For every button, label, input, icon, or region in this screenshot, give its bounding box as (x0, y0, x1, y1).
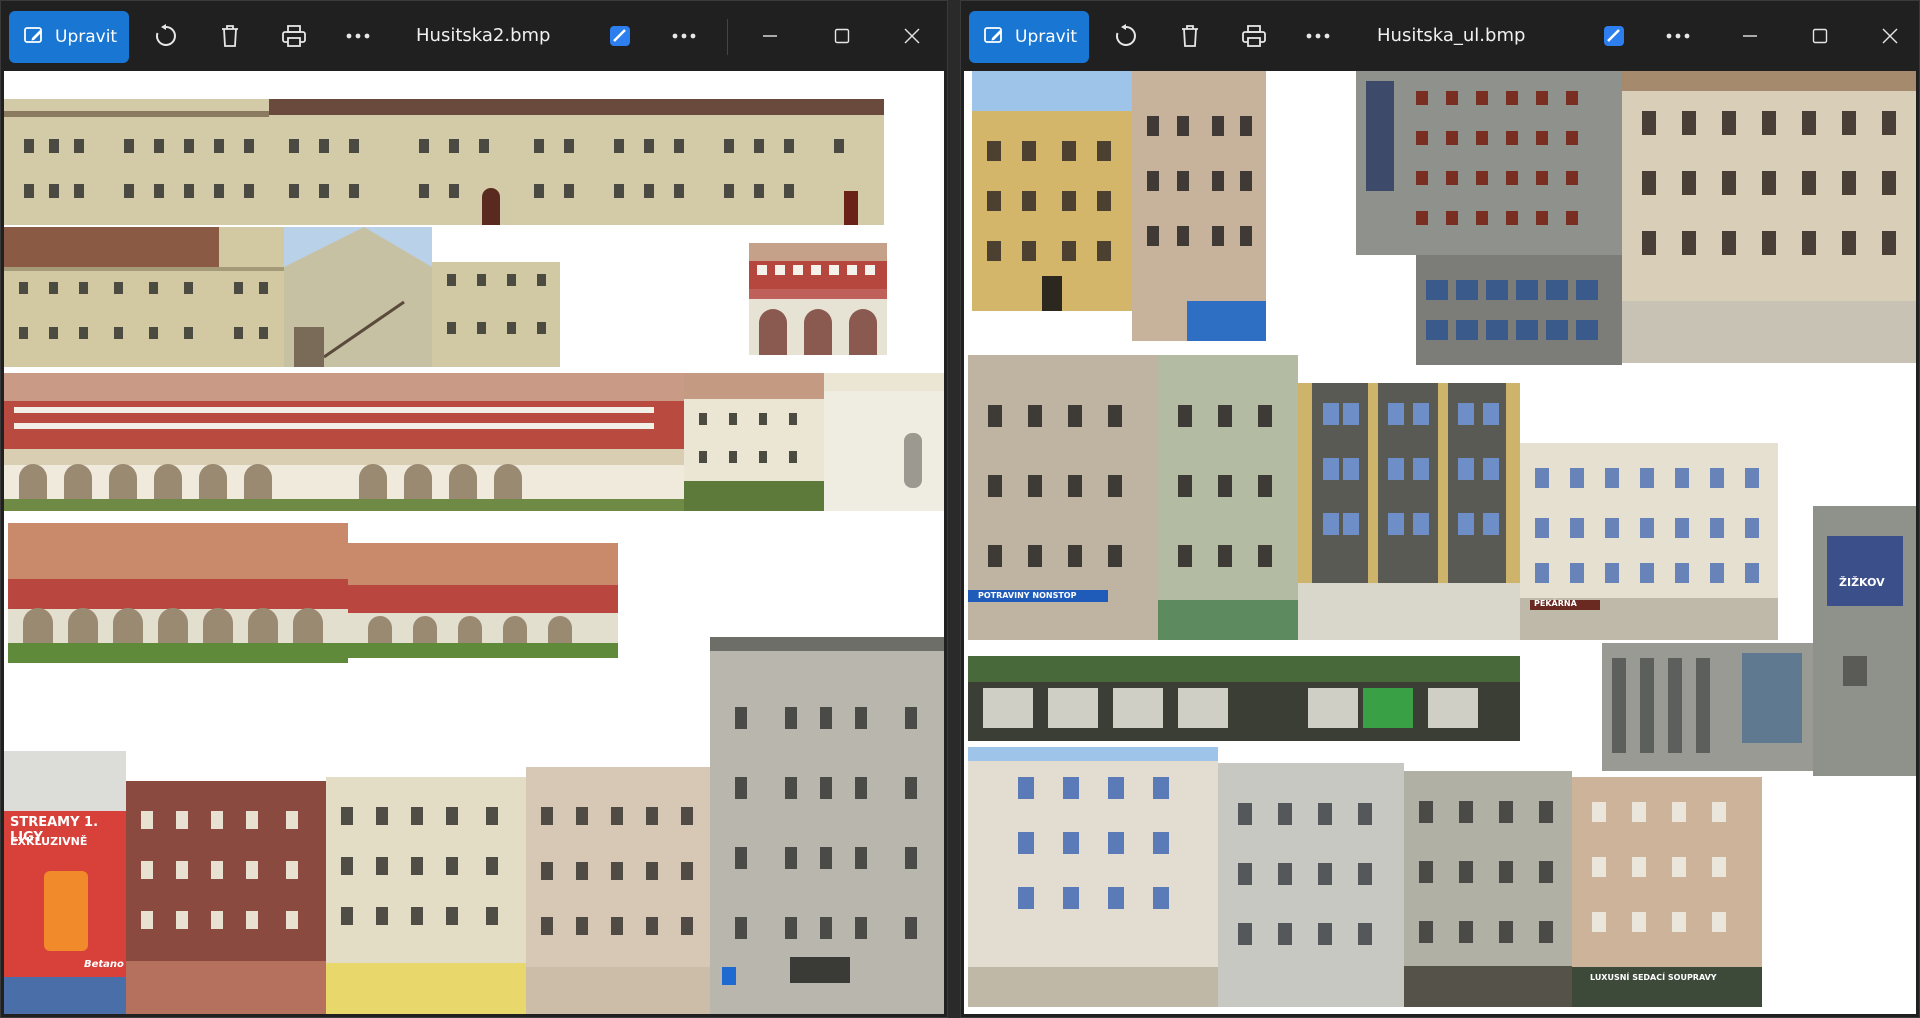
maximize-icon[interactable] (1803, 19, 1837, 53)
shopfront-photo (968, 656, 1520, 741)
more-icon-2[interactable] (1661, 19, 1695, 53)
billboard-photo: STREAMY 1. LIGY EXKLUZIVNĚ Betano (4, 751, 126, 1014)
titlebar: Upravit Husitska2.bmp (1, 1, 947, 71)
facade-photo (1622, 71, 1916, 363)
edit-button[interactable]: Upravit (9, 11, 129, 63)
edit-label: Upravit (1015, 27, 1078, 47)
facade-photo (1218, 763, 1404, 1007)
facade-photo (432, 262, 560, 367)
facade-photo (1356, 71, 1622, 255)
billboard-text: EXKLUZIVNĚ (10, 835, 88, 848)
photos-window-right: Upravit Husitska_ul.bmp POTRAVINY NONSTO… (960, 0, 1920, 1018)
close-icon[interactable] (895, 19, 929, 53)
facade-photo (1416, 255, 1622, 365)
facade-photo (1404, 771, 1572, 1007)
minimize-icon[interactable] (753, 19, 787, 53)
titlebar: Upravit Husitska_ul.bmp (961, 1, 1919, 71)
more-icon[interactable] (1301, 19, 1335, 53)
maximize-icon[interactable] (825, 19, 859, 53)
file-name: Husitska2.bmp (416, 25, 551, 46)
close-icon[interactable] (1873, 19, 1907, 53)
facade-photo (4, 227, 284, 367)
facade-photo (326, 777, 526, 1014)
facade-photo: ŽIŽKOV (1813, 506, 1916, 776)
designer-icon[interactable] (603, 19, 637, 53)
facade-photo (972, 71, 1132, 311)
facade-photo (710, 637, 944, 1014)
facade-photo: POTRAVINY NONSTOP (968, 355, 1298, 640)
file-name: Husitska_ul.bmp (1377, 25, 1526, 46)
facade-photo (1298, 383, 1520, 640)
minimize-icon[interactable] (1733, 19, 1767, 53)
image-canvas: STREAMY 1. LIGY EXKLUZIVNĚ Betano (4, 71, 944, 1014)
facade-photo (284, 227, 432, 367)
facade-photo (348, 543, 618, 658)
facade-photo (4, 99, 884, 225)
edit-icon (23, 24, 45, 51)
facade-photo (1132, 71, 1266, 341)
window-gap (948, 0, 960, 1018)
facade-photo: PEKÁRNA (1520, 443, 1778, 640)
toolbar-separator (727, 19, 728, 55)
shop-sign: POTRAVINY NONSTOP (978, 591, 1077, 600)
facade-photo (126, 781, 326, 1014)
facade-photo: LUXUSNÍ SEDACÍ SOUPRAVY (1572, 777, 1762, 1007)
facade-photo (4, 373, 684, 511)
shop-sign: PEKÁRNA (1534, 599, 1577, 608)
more-icon-2[interactable] (667, 19, 701, 53)
facade-photo (749, 243, 887, 355)
rotate-icon[interactable] (1109, 19, 1143, 53)
print-icon[interactable] (277, 19, 311, 53)
edit-label: Upravit (55, 27, 118, 47)
facade-photo (8, 523, 348, 663)
delete-icon[interactable] (1173, 19, 1207, 53)
delete-icon[interactable] (213, 19, 247, 53)
edit-icon (983, 24, 1005, 51)
facade-photo (968, 747, 1218, 1007)
facade-photo (1602, 643, 1813, 771)
image-canvas: POTRAVINY NONSTOP PEKÁRNA ŽIŽKOV LUXUSNÍ… (964, 71, 1916, 1014)
shop-sign: LUXUSNÍ SEDACÍ SOUPRAVY (1590, 973, 1717, 982)
rotate-icon[interactable] (149, 19, 183, 53)
facade-photo (526, 767, 710, 1014)
poster-text: ŽIŽKOV (1839, 576, 1885, 589)
edit-button[interactable]: Upravit (969, 11, 1089, 63)
facade-photo (684, 373, 944, 511)
print-icon[interactable] (1237, 19, 1271, 53)
billboard-brand: Betano (84, 959, 124, 970)
more-icon[interactable] (341, 19, 375, 53)
photos-window-left: Upravit Husitska2.bmp STREAMY 1. LIGY EX… (0, 0, 948, 1018)
designer-icon[interactable] (1597, 19, 1631, 53)
